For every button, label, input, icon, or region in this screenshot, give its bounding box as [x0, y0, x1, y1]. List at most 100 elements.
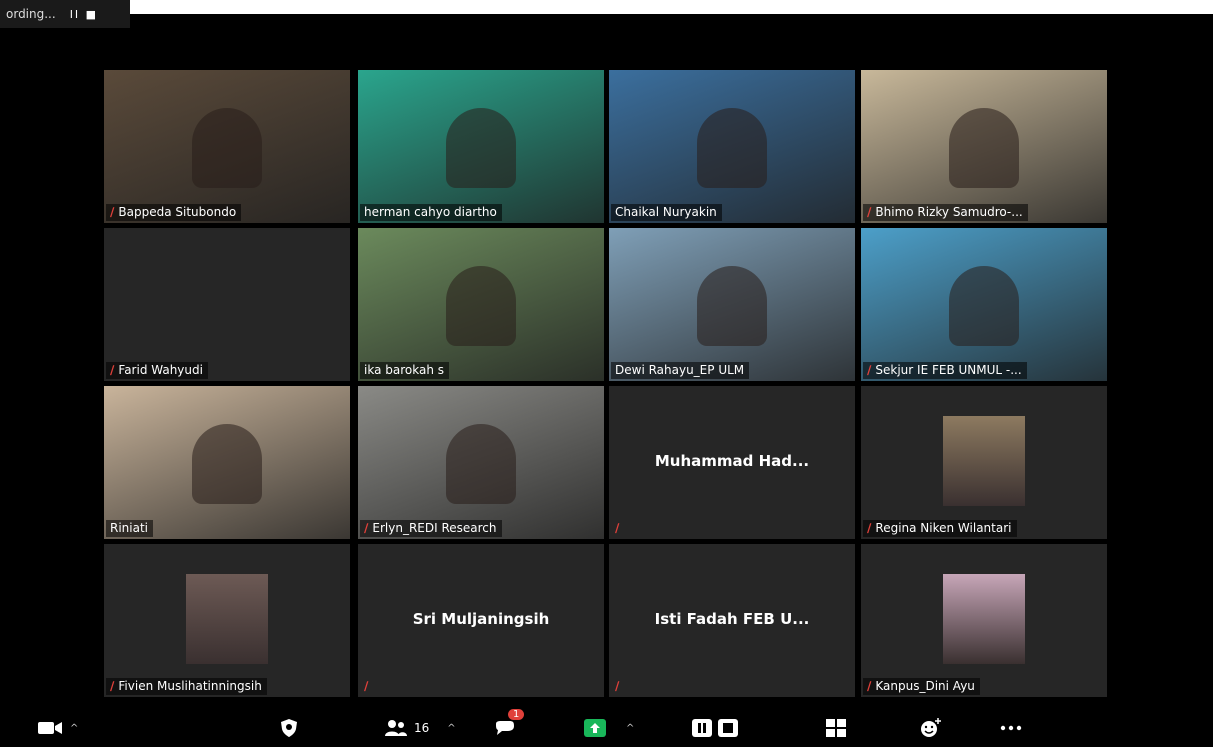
- participant-tile[interactable]: ∕ Sekjur IE FEB UNMUL -...: [861, 228, 1107, 381]
- participant-name: Kanpus_Dini Ayu: [875, 679, 975, 693]
- recording-controls[interactable]: II ■: [70, 8, 98, 21]
- participant-silhouette: [949, 266, 1019, 346]
- participant-silhouette: [697, 108, 767, 188]
- share-screen-button[interactable]: ^: [584, 717, 634, 739]
- participants-count: 16: [414, 721, 430, 735]
- participant-silhouette: [192, 108, 262, 188]
- meeting-toolbar: ^ 16 ^ 1 ^: [0, 707, 1213, 747]
- participant-display-name: Muhammad Had...: [654, 452, 810, 470]
- participant-name-label: herman cahyo diartho: [360, 204, 502, 221]
- participant-tile[interactable]: Dewi Rahayu_EP ULM: [609, 228, 855, 381]
- video-button[interactable]: ^: [38, 717, 78, 739]
- participant-tile[interactable]: ∕ Erlyn_REDI Research: [358, 386, 604, 539]
- participant-display-name: Sri Muljaningsih: [412, 610, 550, 628]
- video-gallery: ∕ Bappeda Situbondo herman cahyo diartho Ch…: [104, 70, 1110, 698]
- muted-mic-icon: ∕: [867, 205, 872, 219]
- share-screen-icon: [584, 719, 606, 737]
- participant-name: Bhimo Rizky Samudro-...: [875, 205, 1023, 219]
- grid-icon: [826, 719, 846, 737]
- participant-name-label: ∕ Fivien Muslihatinningsih: [106, 678, 267, 695]
- muted-mic-icon: ∕: [615, 521, 620, 535]
- participant-name-label: ∕: [611, 678, 624, 695]
- participant-tile[interactable]: ∕ Farid Wahyudi: [104, 228, 350, 381]
- participant-tile[interactable]: ∕ Regina Niken Wilantari: [861, 386, 1107, 539]
- recording-indicator: ording... II ■: [0, 0, 130, 28]
- more-button[interactable]: [1000, 717, 1022, 739]
- profile-picture: [186, 574, 268, 664]
- participant-name-label: ∕ Farid Wahyudi: [106, 362, 208, 379]
- profile-picture: [943, 416, 1025, 506]
- participant-display-name: Isti Fadah FEB U...: [654, 610, 810, 628]
- participant-name-label: ∕ Sekjur IE FEB UNMUL -...: [863, 362, 1027, 379]
- participant-name-label: Dewi Rahayu_EP ULM: [611, 362, 750, 379]
- participant-name-label: ∕ Bhimo Rizky Samudro-...: [863, 204, 1028, 221]
- participant-tile[interactable]: Muhammad Had... ∕: [609, 386, 855, 539]
- muted-mic-icon: ∕: [615, 679, 620, 693]
- participant-name-label: ∕ Bappeda Situbondo: [106, 204, 242, 221]
- participant-tile[interactable]: Chaikal Nuryakin: [609, 70, 855, 223]
- profile-picture: [943, 574, 1025, 664]
- muted-mic-icon: ∕: [867, 521, 872, 535]
- video-camera-icon: [38, 722, 62, 734]
- participant-name: Bappeda Situbondo: [118, 205, 237, 219]
- participant-silhouette: [192, 424, 262, 504]
- chat-badge: 1: [508, 709, 525, 720]
- smiley-plus-icon: [921, 718, 941, 737]
- participant-tile[interactable]: Riniati: [104, 386, 350, 539]
- top-strip: [0, 0, 1213, 14]
- participant-name-label: ∕: [360, 678, 373, 695]
- chevron-up-icon[interactable]: ^: [70, 723, 78, 734]
- participant-name: Dewi Rahayu_EP ULM: [615, 363, 745, 377]
- chevron-up-icon[interactable]: ^: [447, 723, 455, 734]
- security-button[interactable]: [280, 717, 298, 739]
- muted-mic-icon: ∕: [867, 679, 872, 693]
- participant-silhouette: [697, 266, 767, 346]
- participant-name: Riniati: [110, 521, 149, 535]
- participant-name: Chaikal Nuryakin: [615, 205, 717, 219]
- reactions-button[interactable]: [920, 717, 942, 739]
- participant-name: Farid Wahyudi: [118, 363, 203, 377]
- muted-mic-icon: ∕: [867, 363, 872, 377]
- participant-name: ika barokah s: [364, 363, 444, 377]
- participant-name-label: ∕ Regina Niken Wilantari: [863, 520, 1017, 537]
- people-icon: [385, 720, 407, 736]
- participant-name: herman cahyo diartho: [364, 205, 497, 219]
- chevron-up-icon[interactable]: ^: [626, 723, 634, 734]
- participant-tile[interactable]: herman cahyo diartho: [358, 70, 604, 223]
- more-dots-icon: [1000, 725, 1022, 731]
- participant-tile[interactable]: ∕ Bappeda Situbondo: [104, 70, 350, 223]
- breakout-rooms-button[interactable]: [826, 717, 846, 739]
- participant-tile[interactable]: Sri Muljaningsih ∕: [358, 544, 604, 697]
- participant-silhouette: [949, 108, 1019, 188]
- participant-name-label: Riniati: [106, 520, 154, 537]
- participant-silhouette: [446, 424, 516, 504]
- muted-mic-icon: ∕: [110, 205, 115, 219]
- pause-recording-button[interactable]: [692, 717, 742, 739]
- participant-silhouette: [446, 108, 516, 188]
- muted-mic-icon: ∕: [110, 679, 115, 693]
- chat-icon: [496, 721, 514, 735]
- pause-stop-icon: [692, 719, 738, 737]
- participant-name-label: ∕: [611, 520, 624, 537]
- muted-mic-icon: ∕: [364, 521, 369, 535]
- participant-name: Sekjur IE FEB UNMUL -...: [875, 363, 1022, 377]
- participant-silhouette: [446, 266, 516, 346]
- participant-tile[interactable]: Isti Fadah FEB U... ∕: [609, 544, 855, 697]
- participant-tile[interactable]: ∕ Fivien Muslihatinningsih: [104, 544, 350, 697]
- participant-name-label: Chaikal Nuryakin: [611, 204, 722, 221]
- participant-name: Fivien Muslihatinningsih: [118, 679, 262, 693]
- participant-name-label: ∕ Kanpus_Dini Ayu: [863, 678, 980, 695]
- participant-name: Regina Niken Wilantari: [875, 521, 1012, 535]
- recording-label: ording...: [6, 7, 56, 21]
- participants-button[interactable]: 16 ^: [384, 717, 456, 739]
- participant-tile[interactable]: ∕ Bhimo Rizky Samudro-...: [861, 70, 1107, 223]
- participant-name: Erlyn_REDI Research: [372, 521, 497, 535]
- muted-mic-icon: ∕: [364, 679, 369, 693]
- chat-button[interactable]: 1: [494, 709, 525, 739]
- muted-mic-icon: ∕: [110, 363, 115, 377]
- participant-name-label: ika barokah s: [360, 362, 449, 379]
- participant-tile[interactable]: ika barokah s: [358, 228, 604, 381]
- participant-name-label: ∕ Erlyn_REDI Research: [360, 520, 502, 537]
- shield-icon: [281, 719, 297, 737]
- participant-tile[interactable]: ∕ Kanpus_Dini Ayu: [861, 544, 1107, 697]
